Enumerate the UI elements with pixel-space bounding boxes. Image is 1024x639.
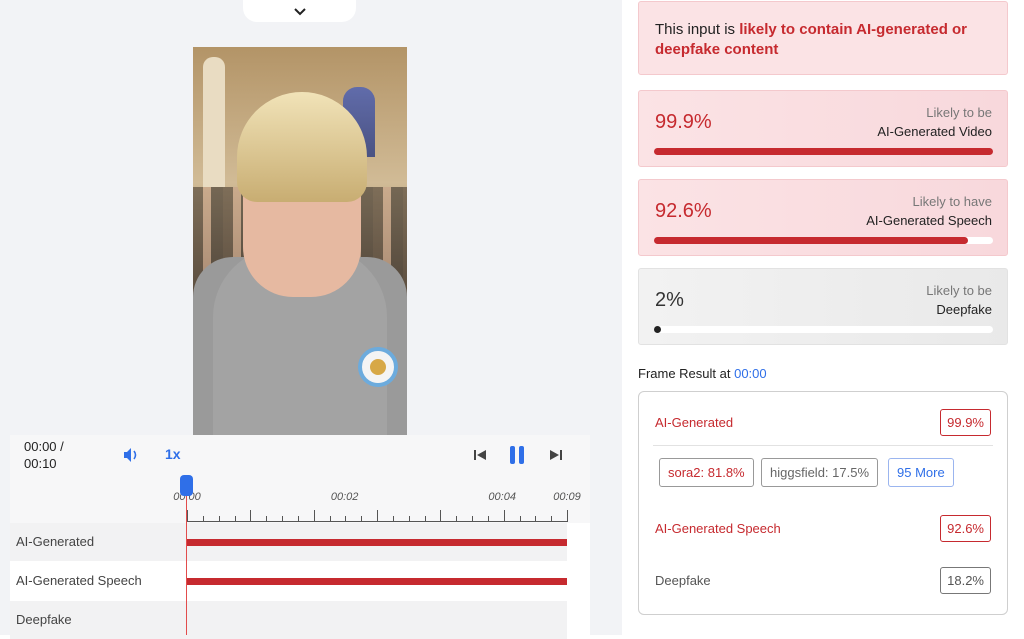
video-panel: 00:00 / 00:10 1x 00:0000:0200:0400:0600:… bbox=[0, 0, 831, 639]
timeline-track-label: Deepfake bbox=[16, 612, 72, 627]
video-arch bbox=[203, 57, 225, 187]
frame-result-label: Frame Result at bbox=[638, 366, 735, 381]
skip-back-button[interactable] bbox=[470, 445, 490, 465]
collapse-tab[interactable] bbox=[243, 0, 356, 22]
score-value: 92.6% bbox=[655, 200, 712, 222]
timeline-tick-label: 00:09 bbox=[553, 491, 581, 503]
player-controls: 00:00 / 00:10 1x bbox=[10, 435, 590, 475]
timeline-track-segment[interactable] bbox=[187, 578, 567, 585]
frame-speech-value: 92.6% bbox=[940, 515, 991, 542]
score-caption: Likely to be bbox=[926, 105, 992, 120]
results-panel: This input is likely to contain AI-gener… bbox=[622, 0, 1024, 635]
score-progress-track bbox=[654, 148, 993, 155]
score-value: 2% bbox=[655, 289, 684, 311]
score-category: Deepfake bbox=[936, 302, 992, 317]
verdict-prefix: This input is bbox=[655, 21, 740, 38]
more-models-button[interactable]: 95 More bbox=[888, 458, 954, 487]
frame-ai-generated-label: AI-Generated bbox=[655, 415, 734, 430]
verdict-banner: This input is likely to contain AI-gener… bbox=[638, 1, 1008, 75]
score-progress-track bbox=[654, 237, 993, 244]
frame-result-box: AI-Generated 99.9% sora2: 81.8% higgsfie… bbox=[638, 391, 1008, 615]
timeline-tracks: AI-Generated AI-Generated Speech Deepfake bbox=[10, 523, 590, 639]
frame-ai-generated-value: 99.9% bbox=[940, 409, 991, 436]
timeline-track-label: AI-Generated Speech bbox=[16, 573, 142, 588]
frame-deepfake-value: 18.2% bbox=[940, 567, 991, 594]
model-chip-higgsfield[interactable]: higgsfield: 17.5% bbox=[761, 458, 879, 487]
skip-back-icon bbox=[474, 450, 486, 460]
timeline-track[interactable]: AI-Generated bbox=[10, 523, 567, 561]
playhead-handle[interactable] bbox=[180, 475, 193, 496]
frame-deepfake-label: Deepfake bbox=[655, 573, 711, 588]
skip-forward-button[interactable] bbox=[546, 445, 566, 465]
skip-forward-icon bbox=[550, 450, 562, 460]
timeline-baseline bbox=[187, 521, 567, 522]
volume-icon bbox=[124, 448, 137, 462]
volume-button[interactable] bbox=[122, 446, 140, 464]
score-card[interactable]: 92.6% Likely to have AI-Generated Speech bbox=[638, 179, 1008, 256]
timeline-track[interactable]: AI-Generated Speech bbox=[10, 562, 567, 600]
player: 00:00 / 00:10 1x 00:0000:0200:0400:0600:… bbox=[10, 435, 831, 639]
score-category: AI-Generated Speech bbox=[866, 213, 992, 228]
time-current: 00:00 / bbox=[24, 439, 64, 454]
pause-button[interactable] bbox=[507, 445, 527, 465]
frame-speech-label: AI-Generated Speech bbox=[655, 521, 781, 536]
score-progress-fill bbox=[654, 148, 993, 155]
chevron-down-icon bbox=[293, 7, 306, 15]
timeline-ruler[interactable]: 00:0000:0200:0400:0600:0800:09 bbox=[10, 475, 831, 523]
score-progress-track bbox=[654, 326, 993, 333]
pause-icon bbox=[510, 446, 524, 464]
score-card[interactable]: 99.9% Likely to be AI-Generated Video bbox=[638, 90, 1008, 167]
timeline-tick-label: 00:04 bbox=[488, 491, 516, 503]
timeline-tick bbox=[567, 510, 568, 522]
score-caption: Likely to have bbox=[912, 194, 993, 209]
timeline-track[interactable]: Deepfake bbox=[10, 601, 567, 639]
timeline-track-segment[interactable] bbox=[187, 539, 567, 546]
score-card[interactable]: 2% Likely to be Deepfake bbox=[638, 268, 1008, 345]
video-frame[interactable] bbox=[193, 47, 407, 435]
frame-result-time[interactable]: 00:00 bbox=[734, 366, 767, 381]
score-category: AI-Generated Video bbox=[877, 124, 992, 139]
time-readout: 00:00 / 00:10 bbox=[24, 438, 64, 472]
playhead-line bbox=[186, 482, 187, 635]
time-total: 00:10 bbox=[24, 456, 57, 471]
frame-result-title: Frame Result at 00:00 bbox=[638, 366, 767, 381]
frame-divider bbox=[653, 445, 993, 446]
score-progress-fill bbox=[654, 326, 662, 333]
club-crest bbox=[358, 347, 398, 387]
model-chip-sora2[interactable]: sora2: 81.8% bbox=[659, 458, 754, 487]
score-caption: Likely to be bbox=[926, 283, 992, 298]
timeline-track-label: AI-Generated bbox=[16, 534, 95, 549]
playback-speed-button[interactable]: 1x bbox=[165, 446, 181, 462]
score-value: 99.9% bbox=[655, 111, 712, 133]
score-progress-fill bbox=[654, 237, 968, 244]
timeline-tick-label: 00:02 bbox=[330, 491, 359, 503]
